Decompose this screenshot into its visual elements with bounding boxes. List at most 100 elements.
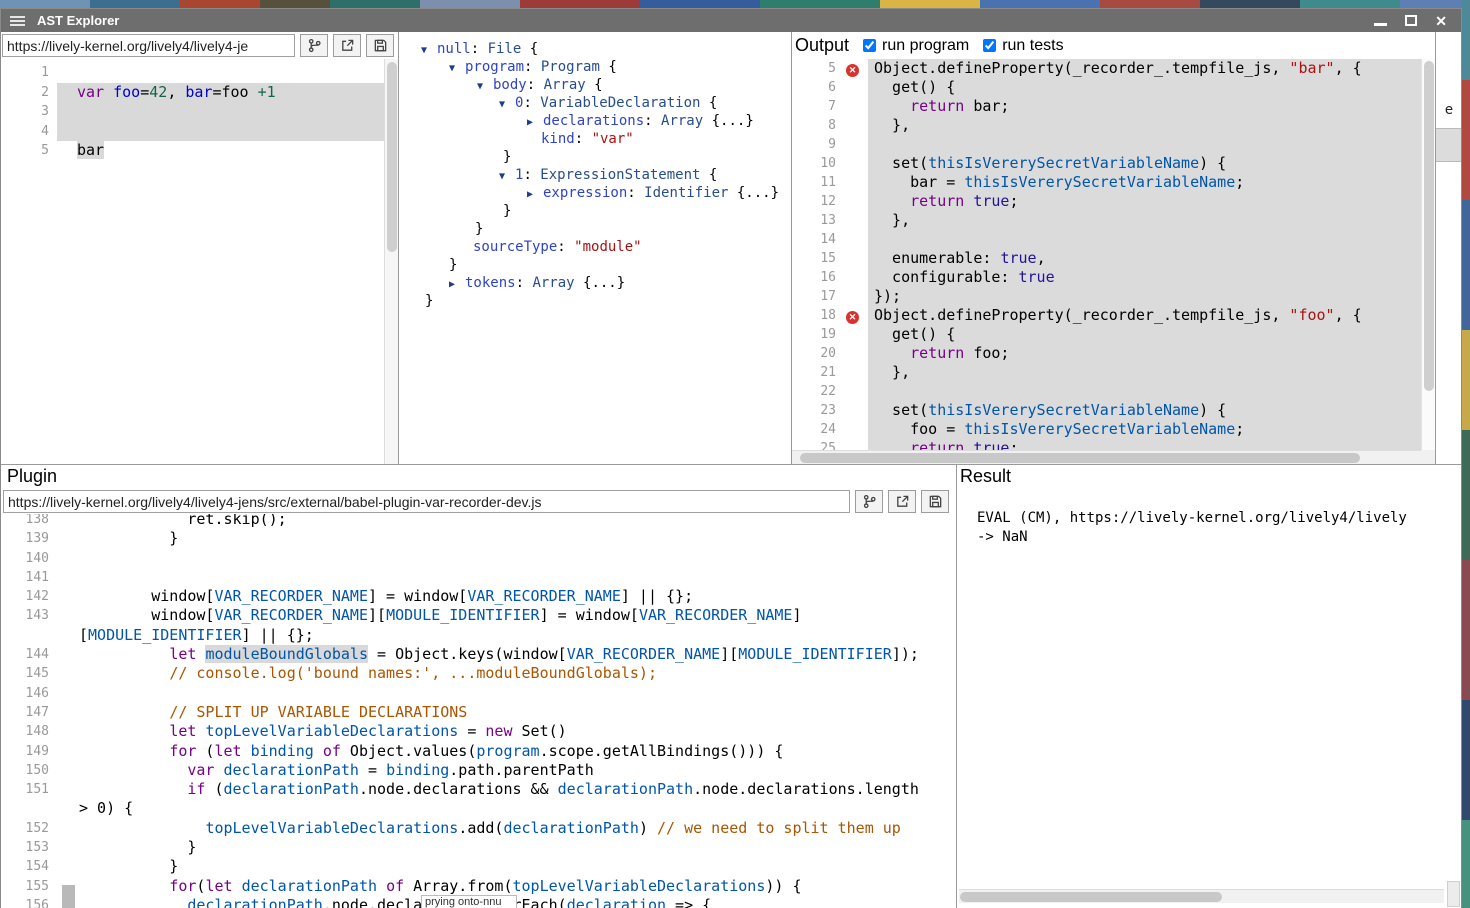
run-tests-checkbox[interactable] <box>983 39 996 52</box>
ast-node[interactable]: ▼body: Array { <box>399 77 791 95</box>
code-line[interactable]: 155 for(let declarationPath of Array.fro… <box>1 877 951 896</box>
code-line[interactable]: 1 <box>1 63 384 83</box>
ast-node[interactable]: ▶expression: Identifier {...} <box>399 185 791 203</box>
code-line[interactable]: 22 <box>792 382 1421 401</box>
maximize-icon[interactable] <box>1405 15 1417 26</box>
code-line[interactable]: 12 return true; <box>792 192 1421 211</box>
code-line[interactable]: 25 return true; <box>792 439 1421 450</box>
code-line[interactable]: > 0) { <box>1 799 951 818</box>
code-line[interactable]: 138 ret.skip(); <box>1 514 951 529</box>
code-line[interactable]: 141 <box>1 568 951 587</box>
code-line[interactable]: 140 <box>1 549 951 568</box>
output-horizontal-scrollbar[interactable] <box>792 450 1421 464</box>
ast-node[interactable]: } <box>399 221 791 239</box>
code-line[interactable]: 15 enumerable: true, <box>792 249 1421 268</box>
plugin-url-input[interactable] <box>3 490 850 513</box>
code-line[interactable]: 19 get() { <box>792 325 1421 344</box>
code-line[interactable]: 153 } <box>1 838 951 857</box>
close-icon[interactable]: ✕ <box>1435 14 1447 28</box>
source-editor[interactable]: 12var foo=42, bar=foo +1345bar <box>1 59 384 464</box>
ast-node[interactable]: ▼1: ExpressionStatement { <box>399 167 791 185</box>
collapse-arrow-icon[interactable]: ▼ <box>477 81 493 92</box>
code-text: window[VAR_RECORDER_NAME][MODULE_IDENTIF… <box>61 606 951 625</box>
code-line[interactable]: 10 set(thisIsVererySecretVariableName) { <box>792 154 1421 173</box>
menu-icon[interactable] <box>10 16 25 26</box>
code-line[interactable]: 16 configurable: true <box>792 268 1421 287</box>
browse-source-button[interactable] <box>300 34 328 57</box>
code-line[interactable]: 6 get() { <box>792 78 1421 97</box>
code-line[interactable]: 151 if (declarationPath.node.declaration… <box>1 780 951 799</box>
open-external-button[interactable] <box>888 490 916 513</box>
ast-node[interactable]: sourceType: "module" <box>399 239 791 257</box>
code-line[interactable]: 13 }, <box>792 211 1421 230</box>
save-button[interactable] <box>366 34 394 57</box>
code-line[interactable]: 5bar <box>1 141 384 161</box>
source-url-input[interactable] <box>2 34 295 57</box>
ast-node[interactable]: } <box>399 257 791 275</box>
collapse-arrow-icon[interactable]: ▼ <box>499 171 515 182</box>
code-line[interactable]: 147 // SPLIT UP VARIABLE DECLARATIONS <box>1 703 951 722</box>
output-vertical-scrollbar[interactable] <box>1421 59 1435 450</box>
code-line[interactable]: 143 window[VAR_RECORDER_NAME][MODULE_IDE… <box>1 606 951 625</box>
open-external-button[interactable] <box>333 34 361 57</box>
code-line[interactable]: 150 var declarationPath = binding.path.p… <box>1 761 951 780</box>
scrollbar-thumb[interactable] <box>1424 61 1434 391</box>
ast-node[interactable]: kind: "var" <box>399 131 791 149</box>
ast-node[interactable]: ▼null: File { <box>399 41 791 59</box>
line-number: 153 <box>1 838 61 857</box>
collapse-arrow-icon[interactable]: ▼ <box>499 99 515 110</box>
expand-arrow-icon[interactable]: ▶ <box>449 279 465 290</box>
ast-node[interactable]: } <box>399 203 791 221</box>
collapse-arrow-icon[interactable]: ▼ <box>421 45 437 56</box>
code-line[interactable]: 20 return foo; <box>792 344 1421 363</box>
code-line[interactable]: 17}); <box>792 287 1421 306</box>
plugin-scrollbar-thumb[interactable] <box>62 885 75 908</box>
save-button[interactable] <box>921 490 949 513</box>
plugin-editor[interactable]: 138 ret.skip();139 }140141142 window[VAR… <box>1 514 951 908</box>
code-line[interactable]: 14 <box>792 230 1421 249</box>
ast-node[interactable]: ▼0: VariableDeclaration { <box>399 95 791 113</box>
code-line[interactable]: 23 set(thisIsVererySecretVariableName) { <box>792 401 1421 420</box>
run-tests-toggle[interactable]: run tests <box>983 37 1063 55</box>
scrollbar-thumb[interactable] <box>387 62 397 252</box>
ast-node[interactable]: } <box>399 293 791 311</box>
code-line[interactable]: 146 <box>1 684 951 703</box>
code-line[interactable]: 142 window[VAR_RECORDER_NAME] = window[V… <box>1 587 951 606</box>
code-line[interactable]: 4 <box>1 122 384 142</box>
minimize-icon[interactable] <box>1374 23 1387 26</box>
ast-node[interactable]: ▼program: Program { <box>399 59 791 77</box>
scrollbar-thumb[interactable] <box>960 892 1222 902</box>
code-line[interactable]: 8 }, <box>792 116 1421 135</box>
code-line[interactable]: 11 bar = thisIsVererySecretVariableName; <box>792 173 1421 192</box>
collapse-arrow-icon[interactable]: ▼ <box>449 63 465 74</box>
code-line[interactable]: 9 <box>792 135 1421 154</box>
code-line[interactable]: [MODULE_IDENTIFIER] || {}; <box>1 626 951 645</box>
titlebar[interactable]: AST Explorer ✕ <box>1 9 1461 32</box>
code-line[interactable]: 154 } <box>1 857 951 876</box>
expand-arrow-icon[interactable]: ▶ <box>527 189 543 200</box>
code-line[interactable]: 24 foo = thisIsVererySecretVariableName; <box>792 420 1421 439</box>
run-program-toggle[interactable]: run program <box>863 37 969 55</box>
code-line[interactable]: 144 let moduleBoundGlobals = Object.keys… <box>1 645 951 664</box>
code-line[interactable]: 152 topLevelVariableDeclarations.add(dec… <box>1 819 951 838</box>
code-line[interactable]: 21 }, <box>792 363 1421 382</box>
code-line[interactable]: 18✕Object.defineProperty(_recorder_.temp… <box>792 306 1421 325</box>
result-horizontal-scrollbar[interactable] <box>959 889 1444 903</box>
browse-source-button[interactable] <box>855 490 883 513</box>
source-vertical-scrollbar[interactable] <box>384 59 398 464</box>
ast-node[interactable]: ▶tokens: Array {...} <box>399 275 791 293</box>
code-line[interactable]: 139 } <box>1 529 951 548</box>
scrollbar-thumb[interactable] <box>800 453 1360 463</box>
expand-arrow-icon[interactable]: ▶ <box>527 117 543 128</box>
output-editor[interactable]: 5✕Object.defineProperty(_recorder_.tempf… <box>792 59 1421 450</box>
code-line[interactable]: 149 for (let binding of Object.values(pr… <box>1 742 951 761</box>
run-program-checkbox[interactable] <box>863 39 876 52</box>
code-line[interactable]: 7 return bar; <box>792 97 1421 116</box>
code-line[interactable]: 145 // console.log('bound names:', ...mo… <box>1 664 951 683</box>
ast-node[interactable]: ▶declarations: Array {...} <box>399 113 791 131</box>
ast-node[interactable]: } <box>399 149 791 167</box>
code-line[interactable]: 2var foo=42, bar=foo +1 <box>1 83 384 103</box>
code-line[interactable]: 148 let topLevelVariableDeclarations = n… <box>1 722 951 741</box>
code-line[interactable]: 3 <box>1 102 384 122</box>
code-line[interactable]: 5✕Object.defineProperty(_recorder_.tempf… <box>792 59 1421 78</box>
